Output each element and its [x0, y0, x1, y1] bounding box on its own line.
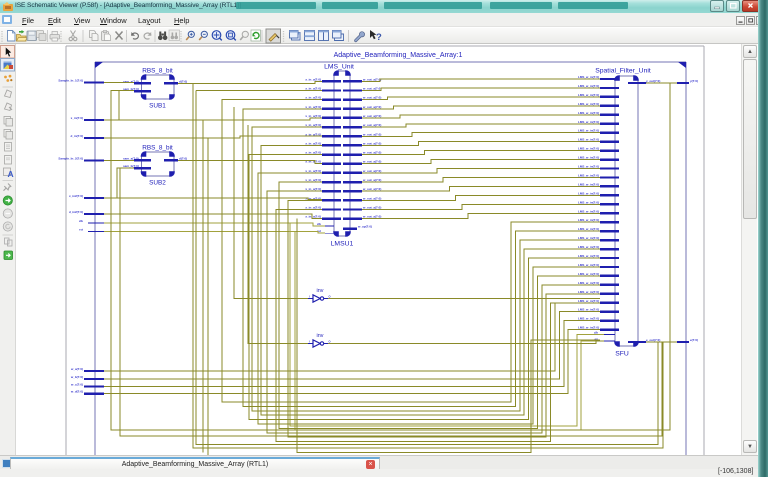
svg-text:d(7:0): d(7:0) — [179, 79, 187, 83]
svg-text:y(7:0): y(7:0) — [690, 79, 698, 83]
svg-text:SUB1: SUB1 — [149, 103, 166, 110]
svg-text:inv: inv — [317, 288, 324, 294]
svg-text:w_out_a(7:0): w_out_a(7:0) — [362, 132, 381, 136]
svg-text:LMS_w_in(7:0): LMS_w_in(7:0) — [578, 75, 599, 79]
svg-text:w_out_a(7:0): w_out_a(7:0) — [362, 187, 381, 191]
svg-text:LMS_w_in(7:0): LMS_w_in(7:0) — [578, 102, 599, 106]
svg-text:LMS_w_in(7:0): LMS_w_in(7:0) — [578, 120, 599, 124]
svg-text:LMS_w_in(7:0): LMS_w_in(7:0) — [578, 299, 599, 303]
svg-text:x_in_a(7:0): x_in_a(7:0) — [305, 105, 321, 109]
svg-text:x_in(7:0): x_in(7:0) — [71, 116, 83, 120]
svg-text:clk: clk — [317, 222, 322, 226]
svg-text:x_in_a(7:0): x_in_a(7:0) — [305, 123, 321, 127]
svg-text:w_d(7:0): w_d(7:0) — [70, 390, 83, 394]
svg-text:x_in_a(7:0): x_in_a(7:0) — [305, 141, 321, 145]
svg-text:sam_a(7:0): sam_a(7:0) — [123, 156, 139, 160]
svg-text:LMS_w_in(7:0): LMS_w_in(7:0) — [578, 209, 599, 213]
svg-text:w_b(7:0): w_b(7:0) — [70, 375, 83, 379]
svg-text:O: O — [329, 294, 331, 298]
svg-text:LMS_w_in(7:0): LMS_w_in(7:0) — [578, 245, 599, 249]
svg-text:e_out(7:0): e_out(7:0) — [646, 338, 660, 342]
svg-text:w_out_a(7:0): w_out_a(7:0) — [362, 215, 381, 219]
svg-text:LMS_w_in(7:0): LMS_w_in(7:0) — [578, 308, 599, 312]
svg-text:x_in_a(7:0): x_in_a(7:0) — [305, 215, 321, 219]
svg-text:w_out_a(7:0): w_out_a(7:0) — [362, 105, 381, 109]
svg-text:sam_b(7:0): sam_b(7:0) — [123, 164, 139, 168]
svg-text:w_out_a(7:0): w_out_a(7:0) — [362, 96, 381, 100]
svg-text:e(7:0): e(7:0) — [690, 338, 698, 342]
svg-text:x_in_a(7:0): x_in_a(7:0) — [305, 151, 321, 155]
svg-text:I: I — [309, 294, 310, 298]
svg-text:LMS_w_in(7:0): LMS_w_in(7:0) — [578, 254, 599, 258]
svg-text:w_out_a(7:0): w_out_a(7:0) — [362, 141, 381, 145]
svg-text:y_out(7:0): y_out(7:0) — [646, 79, 660, 83]
svg-text:x_in_a(7:0): x_in_a(7:0) — [305, 77, 321, 81]
svg-text:x_in_a(7:0): x_in_a(7:0) — [305, 86, 321, 90]
svg-text:w_out_a(7:0): w_out_a(7:0) — [362, 114, 381, 118]
svg-text:SUB2: SUB2 — [149, 180, 166, 187]
svg-text:LMS_w_in(7:0): LMS_w_in(7:0) — [578, 93, 599, 97]
svg-text:Sample_In_2(7:0): Sample_In_2(7:0) — [58, 156, 83, 160]
svg-text:x_in_a(7:0): x_in_a(7:0) — [305, 132, 321, 136]
svg-text:x_in2(7:0): x_in2(7:0) — [69, 194, 83, 198]
svg-text:LMS_w_in(7:0): LMS_w_in(7:0) — [578, 173, 599, 177]
svg-text:RBS_8_bit: RBS_8_bit — [142, 145, 173, 152]
svg-text:x_in_a(7:0): x_in_a(7:0) — [305, 187, 321, 191]
svg-text:LMS_w_in(7:0): LMS_w_in(7:0) — [578, 182, 599, 186]
svg-text:w_out_a(7:0): w_out_a(7:0) — [362, 160, 381, 164]
svg-text:Adaptive_Beamforming_Massive_A: Adaptive_Beamforming_Massive_Array:1 — [334, 52, 463, 59]
svg-text:LMS_w_in(7:0): LMS_w_in(7:0) — [578, 156, 599, 160]
svg-text:x_in_a(7:0): x_in_a(7:0) — [305, 96, 321, 100]
svg-text:LMS_w_in(7:0): LMS_w_in(7:0) — [578, 218, 599, 222]
svg-text:w_out_a(7:0): w_out_a(7:0) — [362, 151, 381, 155]
svg-text:d_in(7:0): d_in(7:0) — [70, 134, 83, 138]
svg-text:LMS_w_in(7:0): LMS_w_in(7:0) — [578, 200, 599, 204]
svg-text:x_in_a(7:0): x_in_a(7:0) — [305, 169, 321, 173]
svg-text:LMS_w_in(7:0): LMS_w_in(7:0) — [578, 147, 599, 151]
svg-text:w_up(7:0): w_up(7:0) — [357, 225, 372, 229]
svg-text:w_out_a(7:0): w_out_a(7:0) — [362, 196, 381, 200]
svg-text:w_out_a(7:0): w_out_a(7:0) — [362, 169, 381, 173]
svg-text:x_in_a(7:0): x_in_a(7:0) — [305, 178, 321, 182]
svg-text:clk: clk — [594, 331, 599, 335]
svg-text:d_in2(7:0): d_in2(7:0) — [69, 210, 83, 214]
svg-text:O: O — [329, 339, 331, 343]
svg-text:LMS_w_in(7:0): LMS_w_in(7:0) — [578, 263, 599, 267]
svg-text:LMS_w_in(7:0): LMS_w_in(7:0) — [578, 317, 599, 321]
svg-text:LMS_w_in(7:0): LMS_w_in(7:0) — [578, 227, 599, 231]
svg-text:w_out_a(7:0): w_out_a(7:0) — [362, 206, 381, 210]
svg-text:w_out_a(7:0): w_out_a(7:0) — [362, 77, 381, 81]
svg-text:RBS_8_bit: RBS_8_bit — [142, 68, 173, 75]
svg-text:w_out_a(7:0): w_out_a(7:0) — [362, 178, 381, 182]
svg-text:SFU: SFU — [615, 351, 629, 358]
svg-text:LMS_w_in(7:0): LMS_w_in(7:0) — [578, 326, 599, 330]
svg-text:LMS_w_in(7:0): LMS_w_in(7:0) — [578, 272, 599, 276]
svg-text:d(7:0): d(7:0) — [179, 156, 187, 160]
svg-text:rst: rst — [79, 227, 83, 231]
svg-text:LMS_w_in(7:0): LMS_w_in(7:0) — [578, 129, 599, 133]
svg-text:x_in_a(7:0): x_in_a(7:0) — [305, 114, 321, 118]
svg-text:LMS_w_in(7:0): LMS_w_in(7:0) — [578, 236, 599, 240]
svg-text:LMSU1: LMSU1 — [331, 241, 354, 248]
svg-text:clk: clk — [79, 219, 84, 223]
svg-text:LMS_Unit: LMS_Unit — [324, 64, 354, 71]
svg-text:x_in_a(7:0): x_in_a(7:0) — [305, 206, 321, 210]
svg-text:LMS_w_in(7:0): LMS_w_in(7:0) — [578, 191, 599, 195]
svg-text:w_out_a(7:0): w_out_a(7:0) — [362, 86, 381, 90]
svg-text:I: I — [309, 339, 310, 343]
svg-text:LMS_w_in(7:0): LMS_w_in(7:0) — [578, 165, 599, 169]
svg-text:LMS_w_in(7:0): LMS_w_in(7:0) — [578, 138, 599, 142]
svg-text:LMS_w_in(7:0): LMS_w_in(7:0) — [578, 84, 599, 88]
svg-text:inv: inv — [317, 333, 324, 339]
svg-text:w_out_a(7:0): w_out_a(7:0) — [362, 123, 381, 127]
svg-text:w_c(7:0): w_c(7:0) — [70, 382, 83, 386]
svg-text:Sample_In_1(7:0): Sample_In_1(7:0) — [58, 78, 83, 82]
svg-text:LMS_w_in(7:0): LMS_w_in(7:0) — [578, 111, 599, 115]
svg-text:LMS_w_in(7:0): LMS_w_in(7:0) — [578, 290, 599, 294]
svg-text:LMS_w_in(7:0): LMS_w_in(7:0) — [578, 281, 599, 285]
svg-text:Spatial_Filter_Unit: Spatial_Filter_Unit — [595, 68, 651, 75]
svg-text:w_a(7:0): w_a(7:0) — [70, 367, 83, 371]
